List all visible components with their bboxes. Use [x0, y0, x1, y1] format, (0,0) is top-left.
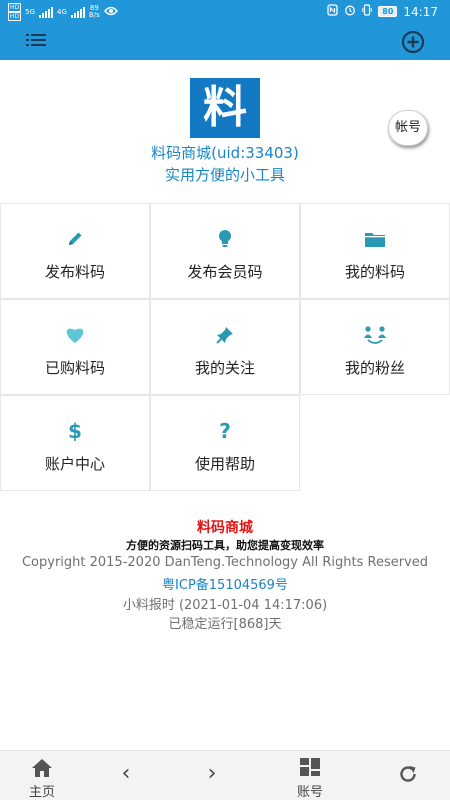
home-icon [12, 758, 72, 778]
dollar-icon: $ [68, 419, 82, 443]
account-center-label: 账户中心 [44, 455, 105, 473]
list-menu-icon[interactable] [26, 34, 48, 50]
hd-tag-2: HD [8, 12, 22, 21]
signal-icon-1 [39, 6, 54, 18]
my-fans-button[interactable]: 我的粉丝 [300, 299, 450, 395]
top-toolbar [0, 24, 450, 60]
status-left: HD HD 5G 4G 89 B/s [8, 3, 118, 21]
chevron-right-icon: › [207, 761, 217, 786]
alarm-icon [344, 4, 356, 19]
app-name: 料码商城(uid:33403) [151, 144, 299, 162]
nfc-icon [327, 4, 338, 19]
pushpin-icon [151, 324, 299, 346]
my-codes-button[interactable]: 我的料码 [300, 203, 450, 299]
speed-unit: B/s [88, 11, 100, 19]
footer-title: 料码商城 [197, 520, 253, 536]
app-slogan: 实用方便的小工具 [164, 166, 285, 184]
dashboard-icon [280, 757, 340, 777]
footer-subtitle: 方便的资源扫码工具，助您提高变现效率 [126, 539, 324, 552]
lightbulb-icon [151, 228, 299, 250]
account-button[interactable]: 帐号 [388, 110, 428, 146]
publish-member-code-label: 发布会员码 [187, 263, 263, 281]
eye-icon [103, 5, 118, 19]
my-follows-button[interactable]: 我的关注 [150, 299, 300, 395]
app-logo: 料 [190, 78, 260, 138]
help-button[interactable]: ? 使用帮助 [150, 395, 300, 491]
clock: 14:17 [403, 4, 438, 19]
account-nav-label: 账号 [296, 785, 323, 800]
signal-icon-2 [70, 6, 85, 18]
icp-link[interactable]: 粤ICP备15104569号 [0, 574, 450, 593]
my-follows-label: 我的关注 [194, 359, 255, 377]
report-time: 小料报时 (2021-01-04 14:17:06) [122, 598, 328, 613]
my-codes-label: 我的料码 [344, 263, 405, 281]
plus-circle-icon[interactable] [401, 30, 425, 54]
purchased-codes-button[interactable]: 已购料码 [0, 299, 150, 395]
publish-code-label: 发布料码 [44, 263, 105, 281]
back-button[interactable]: ‹ [106, 751, 146, 800]
battery-icon: 80 [378, 6, 398, 17]
my-fans-label: 我的粉丝 [344, 359, 405, 377]
network-tags: HD HD [8, 3, 22, 21]
network-gen-2: 4G [57, 8, 67, 16]
bottom-nav: 主页 ‹ › 账号 [0, 750, 450, 800]
network-speed: 89 B/s [89, 5, 100, 19]
chevron-left-icon: ‹ [121, 761, 131, 786]
purchased-codes-label: 已购料码 [44, 359, 105, 377]
users-icon [301, 324, 449, 346]
forward-button[interactable]: › [192, 751, 232, 800]
copyright-text: Copyright 2015-2020 DanTeng.Technology A… [21, 555, 429, 570]
heart-icon [1, 324, 149, 346]
pencil-icon [1, 228, 149, 250]
refresh-icon [388, 764, 428, 784]
home-nav-label: 主页 [28, 785, 55, 800]
hd-tag-1: HD [8, 3, 22, 12]
publish-code-button[interactable]: 发布料码 [0, 203, 150, 299]
folder-icon [301, 228, 449, 250]
help-label: 使用帮助 [194, 455, 255, 473]
status-bar: HD HD 5G 4G 89 B/s 80 14:17 [0, 0, 450, 24]
home-nav-button[interactable]: 主页 [12, 751, 72, 800]
vibrate-icon [362, 4, 372, 19]
account-center-button[interactable]: $ 账户中心 [0, 395, 150, 491]
question-icon: ? [219, 419, 231, 443]
publish-member-code-button[interactable]: 发布会员码 [150, 203, 300, 299]
network-gen-1: 5G [25, 8, 36, 16]
status-right: 80 14:17 [327, 4, 438, 19]
refresh-button[interactable] [388, 751, 428, 800]
uptime-text: 已稳定运行[868]天 [168, 617, 282, 632]
account-nav-button[interactable]: 账号 [280, 751, 340, 800]
